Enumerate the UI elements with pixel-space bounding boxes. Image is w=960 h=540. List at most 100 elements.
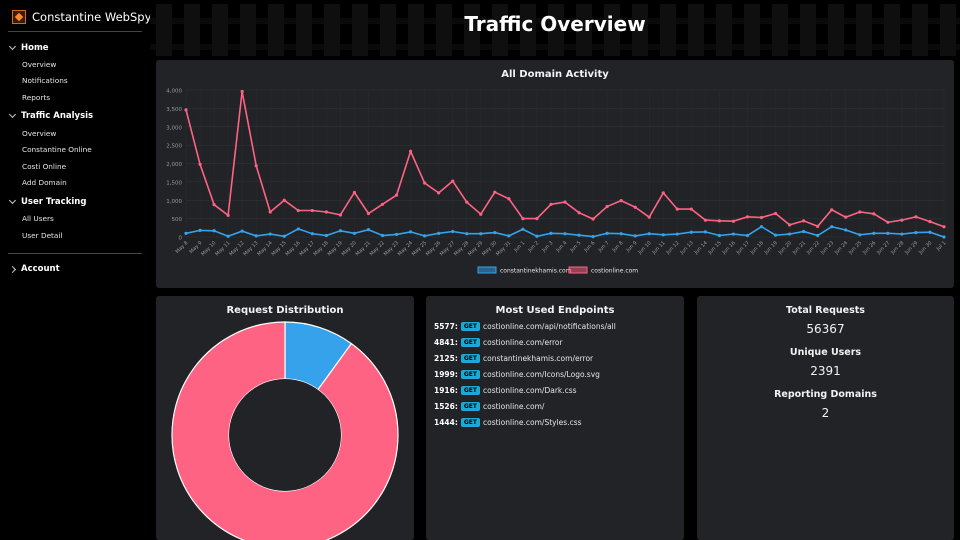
method-badge: GET: [460, 354, 480, 363]
data-point: [254, 164, 258, 168]
nav-section-user-tracking[interactable]: User Tracking: [8, 196, 86, 207]
sidebar-item-reports[interactable]: Reports: [22, 93, 50, 102]
panel-title: Most Used Endpoints: [495, 305, 615, 316]
total-requests-label: Total Requests: [786, 305, 865, 316]
brand[interactable]: Constantine WebSpy: [12, 8, 151, 26]
data-point: [647, 215, 651, 219]
data-point: [338, 213, 343, 217]
data-point: [437, 231, 441, 235]
data-point: [226, 213, 230, 217]
sidebar-item-notifications[interactable]: Notifications: [22, 76, 68, 85]
divider: [8, 31, 142, 32]
data-point: [479, 212, 483, 216]
x-tick-label: May 8: [174, 240, 189, 255]
x-tick-label: Jun 12: [665, 240, 681, 256]
nav-section-label: Home: [21, 43, 49, 53]
data-point: [423, 181, 427, 185]
data-point: [633, 205, 637, 209]
stats-panel: Total Requests 56367 Unique Users 2391 R…: [697, 296, 954, 540]
data-point: [773, 233, 778, 237]
data-point: [703, 218, 707, 222]
sidebar-item-constantine-online[interactable]: Constantine Online: [22, 145, 92, 154]
data-point: [802, 229, 806, 234]
data-point: [844, 228, 848, 232]
method-badge: GET: [460, 338, 480, 347]
data-point: [675, 232, 679, 236]
endpoint-row: 1444: GET costionline.com/Styles.css: [434, 417, 582, 428]
x-tick-label: Jun 21: [791, 240, 807, 256]
endpoint-count: 1526:: [434, 402, 458, 411]
data-point: [858, 210, 862, 214]
reporting-domains-label: Reporting Domains: [774, 389, 877, 400]
data-point: [254, 234, 258, 238]
data-point: [366, 211, 371, 216]
data-point: [858, 233, 862, 237]
x-tick-label: Jun 14: [693, 240, 709, 256]
nav-section-traffic-analysis[interactable]: Traffic Analysis: [8, 110, 93, 121]
endpoint-row: 1916: GET costionline.com/Dark.css: [434, 385, 577, 396]
sidebar-item-overview[interactable]: Overview: [22, 60, 56, 69]
data-point: [816, 224, 820, 228]
data-point: [352, 231, 357, 235]
data-point: [437, 191, 441, 195]
nav-section-label: Account: [21, 264, 60, 274]
data-point: [408, 230, 413, 234]
endpoint-path: costionline.com/Dark.css: [483, 386, 577, 395]
data-point: [802, 219, 806, 223]
nav-section-home[interactable]: Home: [8, 42, 49, 53]
endpoint-row: 2125: GET constantinekhamis.com/error: [434, 353, 593, 364]
data-point: [338, 229, 343, 233]
x-tick-label: Jun 22: [805, 240, 821, 256]
endpoints-panel: Most Used Endpoints 5577: GET costionline.…: [426, 296, 684, 540]
data-point: [591, 217, 595, 221]
data-point: [605, 204, 609, 209]
sidebar-item-traffic-overview[interactable]: Overview: [22, 129, 56, 138]
y-tick-label: 2,000: [166, 162, 182, 168]
divider: [8, 253, 142, 254]
x-tick-label: Jun 1: [512, 240, 526, 254]
app-name: Constantine WebSpy: [32, 10, 152, 24]
data-point: [759, 225, 764, 229]
sidebar-item-add-domain[interactable]: Add Domain: [22, 178, 67, 187]
x-tick-label: Jun 10: [637, 240, 653, 256]
data-point: [717, 219, 722, 223]
x-tick-label: Jun 27: [875, 240, 891, 256]
y-tick-label: 2,500: [166, 144, 182, 150]
sidebar-item-user-detail[interactable]: User Detail: [22, 231, 62, 240]
endpoint-count: 5577:: [434, 322, 458, 331]
data-point: [745, 215, 750, 219]
x-tick-label: Jun 16: [721, 240, 737, 256]
x-tick-label: Jul 1: [935, 240, 948, 253]
data-point: [394, 232, 399, 237]
data-point: [773, 211, 778, 216]
data-point: [928, 230, 932, 234]
x-tick-label: Jun 4: [555, 240, 569, 254]
endpoint-path: costionline.com/error: [483, 338, 563, 347]
x-tick-label: Jun 19: [763, 240, 779, 256]
endpoint-path: constantinekhamis.com/error: [483, 354, 594, 363]
sidebar-item-costi-online[interactable]: Costi Online: [22, 162, 66, 171]
sidebar-item-all-users[interactable]: All Users: [22, 214, 54, 223]
nav-section-account[interactable]: Account: [8, 264, 60, 274]
endpoint-row: 4841: GET costionline.com/error: [434, 337, 563, 348]
line-chart: 0 500 1,000 1,500 2,000 2,500 3,000 3,500 4,000 M…: [166, 89, 948, 275]
x-tick-label: Jun 18: [749, 240, 765, 256]
data-point: [745, 233, 750, 238]
data-point: [521, 227, 525, 231]
reporting-domains-value: 2: [821, 406, 830, 420]
data-point: [731, 232, 736, 236]
data-point: [816, 233, 820, 238]
sidebar: Constantine WebSpy Home Overview Notific…: [0, 0, 151, 540]
method-badge: GET: [460, 370, 480, 379]
unique-users-label: Unique Users: [789, 347, 862, 358]
data-point: [423, 234, 427, 238]
data-point: [198, 162, 202, 166]
data-point: [787, 223, 792, 227]
endpoint-count: 1999:: [434, 370, 458, 379]
endpoint-count: 2125:: [434, 354, 458, 363]
chevron-down-icon: [8, 42, 17, 51]
x-tick-label: Jun 30: [917, 240, 933, 256]
domain-activity-panel: All Domain Activity 0 500 1,000 1,500 2,000 2…: [156, 60, 954, 288]
y-tick-label: 0: [179, 236, 183, 242]
data-point: [689, 230, 693, 234]
